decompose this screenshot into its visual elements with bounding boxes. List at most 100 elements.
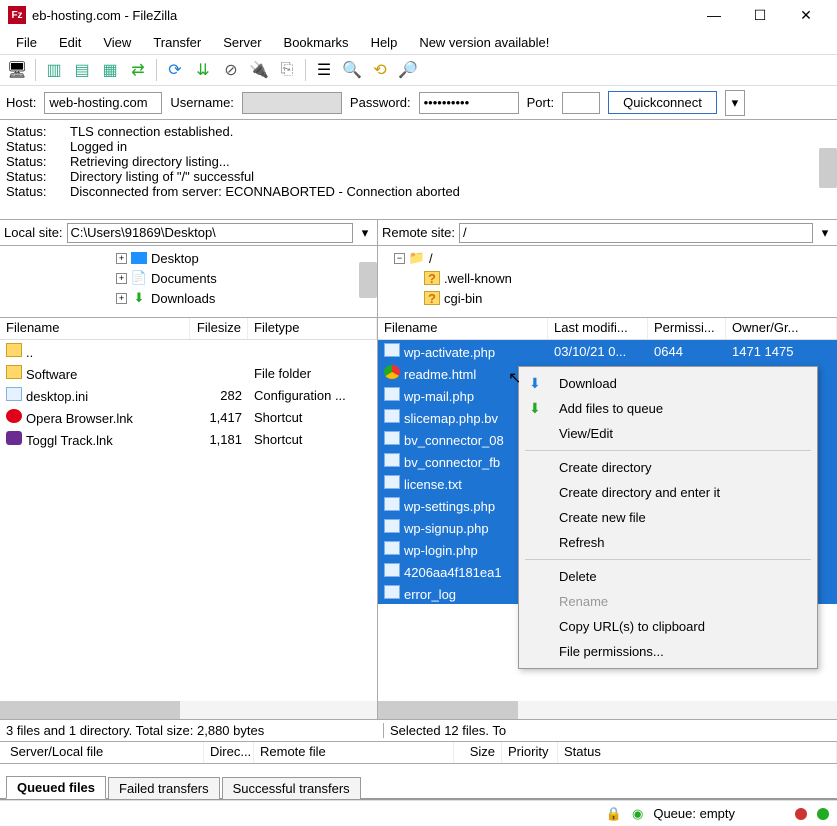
php-file-icon xyxy=(384,343,400,357)
ctx-refresh[interactable]: Refresh xyxy=(519,530,817,555)
tab-queued[interactable]: Queued files xyxy=(6,776,106,799)
host-label: Host: xyxy=(6,95,36,110)
menu-file[interactable]: File xyxy=(6,33,47,52)
quickconnect-dropdown[interactable]: ▾ xyxy=(725,90,745,116)
menu-view[interactable]: View xyxy=(93,33,141,52)
menu-help[interactable]: Help xyxy=(361,33,408,52)
cancel-icon[interactable]: ⊘ xyxy=(218,57,244,83)
tab-failed[interactable]: Failed transfers xyxy=(108,777,220,799)
log-label: Status: xyxy=(6,184,56,199)
log-message: Logged in xyxy=(70,139,127,154)
tree-item[interactable]: +⬇Downloads xyxy=(6,288,371,308)
list-item[interactable]: wp-activate.php03/10/21 0...06441471 147… xyxy=(378,340,837,362)
refresh-icon[interactable]: ⟳ xyxy=(162,57,188,83)
list-item[interactable]: Toggl Track.lnk1,181Shortcut xyxy=(0,428,377,450)
toggle-queue-icon[interactable]: ⇄ xyxy=(125,57,151,83)
col-owner[interactable]: Owner/Gr... xyxy=(726,318,837,339)
tab-successful[interactable]: Successful transfers xyxy=(222,777,361,799)
ctx-create-new-file[interactable]: Create new file xyxy=(519,505,817,530)
remote-site-dropdown[interactable]: ▾ xyxy=(817,225,833,241)
menu-server[interactable]: Server xyxy=(213,33,271,52)
ctx-download[interactable]: ⬇Download xyxy=(519,371,817,396)
local-site-input[interactable] xyxy=(67,223,353,243)
qh-status[interactable]: Status xyxy=(558,742,837,763)
menu-edit[interactable]: Edit xyxy=(49,33,91,52)
log-message: Disconnected from server: ECONNABORTED -… xyxy=(70,184,460,199)
menu-transfer[interactable]: Transfer xyxy=(143,33,211,52)
tree-item[interactable]: ?.well-known xyxy=(384,268,831,288)
remote-hscroll[interactable] xyxy=(378,701,837,719)
col-modified[interactable]: Last modifi... xyxy=(548,318,648,339)
minimize-button[interactable]: — xyxy=(691,0,737,30)
host-input[interactable] xyxy=(44,92,162,114)
filter-icon[interactable]: ☰ xyxy=(311,57,337,83)
qh-direction[interactable]: Direc... xyxy=(204,742,254,763)
site-manager-icon[interactable]: 🖥 xyxy=(4,57,30,83)
maximize-button[interactable]: ☐ xyxy=(737,0,783,30)
ctx-add-to-queue[interactable]: ⬇Add files to queue xyxy=(519,396,817,421)
list-item[interactable]: SoftwareFile folder xyxy=(0,362,377,384)
ctx-file-permissions[interactable]: File permissions... xyxy=(519,639,817,664)
reconnect-icon[interactable]: ⎘ xyxy=(274,57,300,83)
tree-item[interactable]: −📁/ xyxy=(384,248,831,268)
app-logo-icon: Fz xyxy=(8,6,26,24)
col-filesize[interactable]: Filesize xyxy=(190,318,248,339)
tree-item[interactable]: ?cgi-bin xyxy=(384,288,831,308)
selection-status: 3 files and 1 directory. Total size: 2,8… xyxy=(0,719,837,742)
remote-site-input[interactable] xyxy=(459,223,813,243)
file-panes: Filename Filesize Filetype .. SoftwareFi… xyxy=(0,318,837,719)
col-permissions[interactable]: Permissi... xyxy=(648,318,726,339)
ctx-delete[interactable]: Delete xyxy=(519,564,817,589)
ctx-view-edit[interactable]: View/Edit xyxy=(519,421,817,446)
process-queue-icon[interactable]: ⇊ xyxy=(190,57,216,83)
folder-icon xyxy=(6,365,22,379)
disconnect-icon[interactable]: 🔌 xyxy=(246,57,272,83)
qh-serverfile[interactable]: Server/Local file xyxy=(4,742,204,763)
local-hscroll[interactable] xyxy=(0,701,377,719)
list-item[interactable]: desktop.ini282Configuration ... xyxy=(0,384,377,406)
qh-remotefile[interactable]: Remote file xyxy=(254,742,454,763)
local-list-body: .. SoftwareFile folder desktop.ini282Con… xyxy=(0,340,377,701)
list-item[interactable]: .. xyxy=(0,340,377,362)
expander-icon[interactable]: − xyxy=(394,253,405,264)
expander-icon[interactable]: + xyxy=(116,293,127,304)
col-filename[interactable]: Filename xyxy=(0,318,190,339)
password-input[interactable] xyxy=(419,92,519,114)
unknown-folder-icon: ? xyxy=(424,271,440,285)
menu-new-version[interactable]: New version available! xyxy=(409,33,559,52)
update-indicator-icon[interactable]: ◉ xyxy=(632,806,643,822)
toggle-remote-tree-icon[interactable]: ▦ xyxy=(97,57,123,83)
qh-size[interactable]: Size xyxy=(454,742,502,763)
lock-icon[interactable]: 🔒 xyxy=(606,806,622,822)
qh-priority[interactable]: Priority xyxy=(502,742,558,763)
expander-icon[interactable]: + xyxy=(116,273,127,284)
local-status: 3 files and 1 directory. Total size: 2,8… xyxy=(6,723,384,738)
toggle-log-icon[interactable]: ▥ xyxy=(41,57,67,83)
tree-item[interactable]: +Desktop xyxy=(6,248,371,268)
search-icon[interactable]: 🔎 xyxy=(395,57,421,83)
col-filename[interactable]: Filename xyxy=(378,318,548,339)
username-input[interactable] xyxy=(242,92,342,114)
expander-icon[interactable]: + xyxy=(116,253,127,264)
sync-browse-icon[interactable]: ⟲ xyxy=(367,57,393,83)
menu-bookmarks[interactable]: Bookmarks xyxy=(274,33,359,52)
tree-item[interactable]: +📄Documents xyxy=(6,268,371,288)
col-filetype[interactable]: Filetype xyxy=(248,318,377,339)
titlebar: Fz eb-hosting.com - FileZilla — ☐ ✕ xyxy=(0,0,837,30)
directory-compare-icon[interactable]: 🔍 xyxy=(339,57,365,83)
log-scrollbar[interactable] xyxy=(819,148,837,188)
ini-file-icon xyxy=(6,387,22,401)
download-arrow-icon: ⬇ xyxy=(529,375,541,392)
local-site-dropdown[interactable]: ▾ xyxy=(357,225,373,241)
toggle-local-tree-icon[interactable]: ▤ xyxy=(69,57,95,83)
quickconnect-button[interactable]: Quickconnect xyxy=(608,91,717,114)
close-button[interactable]: ✕ xyxy=(783,0,829,30)
port-input[interactable] xyxy=(562,92,600,114)
desktop-icon xyxy=(131,252,147,264)
ctx-create-directory[interactable]: Create directory xyxy=(519,455,817,480)
list-item[interactable]: Opera Browser.lnk1,417Shortcut xyxy=(0,406,377,428)
ctx-create-directory-enter[interactable]: Create directory and enter it xyxy=(519,480,817,505)
php-file-icon xyxy=(384,387,400,401)
ctx-copy-url[interactable]: Copy URL(s) to clipboard xyxy=(519,614,817,639)
tree-scrollbar[interactable] xyxy=(359,262,377,298)
